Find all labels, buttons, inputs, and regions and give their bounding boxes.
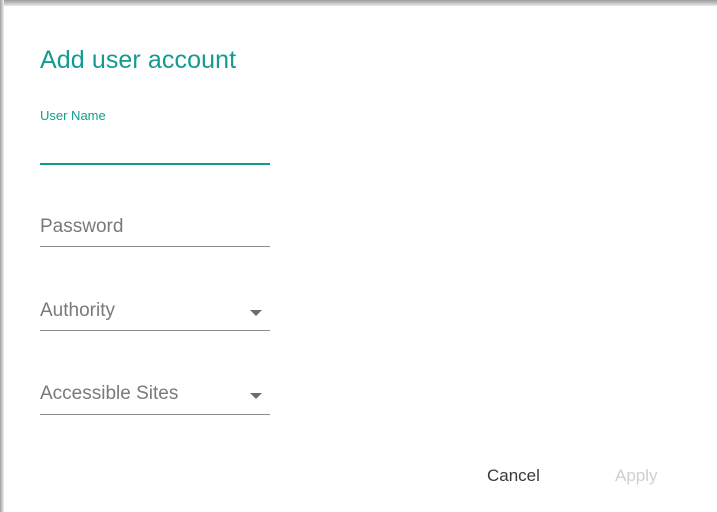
authority-select[interactable]: Authority — [40, 298, 270, 334]
cancel-button[interactable]: Cancel — [487, 466, 540, 486]
user-name-field[interactable]: User Name — [40, 108, 270, 168]
user-name-label: User Name — [40, 108, 106, 123]
password-underline — [40, 246, 270, 247]
dropdown-arrow-icon — [250, 310, 262, 316]
window-top-edge — [0, 0, 717, 6]
dialog-title: Add user account — [40, 46, 237, 74]
user-name-underline — [40, 163, 270, 165]
apply-button[interactable]: Apply — [615, 466, 658, 486]
accessible-sites-underline — [40, 414, 270, 415]
accessible-sites-select[interactable]: Accessible Sites — [40, 381, 270, 417]
password-placeholder: Password — [40, 216, 124, 237]
authority-placeholder: Authority — [40, 300, 115, 321]
dropdown-arrow-icon — [250, 393, 262, 399]
window-left-edge — [0, 0, 4, 512]
accessible-sites-placeholder: Accessible Sites — [40, 383, 179, 404]
user-name-input[interactable] — [40, 132, 270, 158]
add-user-dialog: Add user account User Name Password Auth… — [0, 0, 717, 512]
authority-underline — [40, 330, 270, 331]
password-field[interactable]: Password — [40, 214, 270, 250]
